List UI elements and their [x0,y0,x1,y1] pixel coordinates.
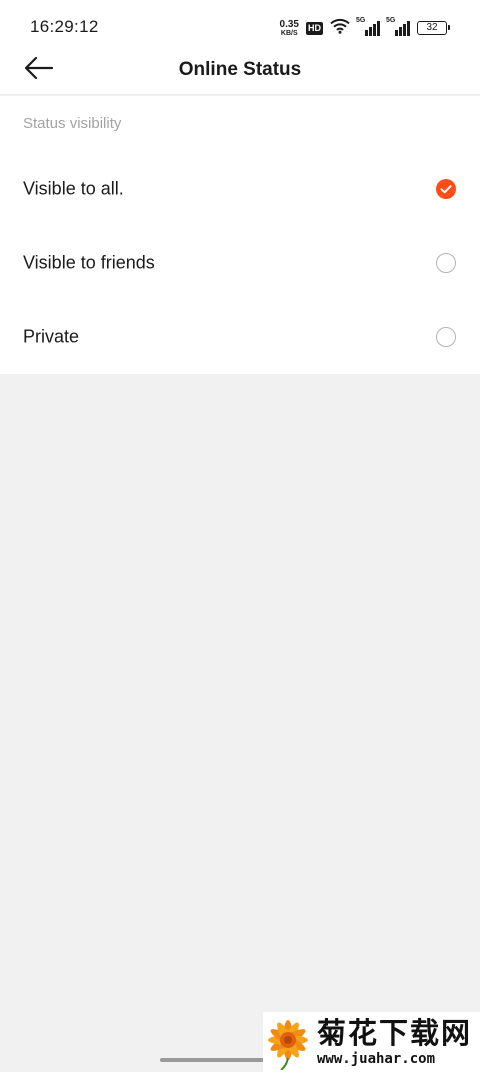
wifi-icon [330,18,350,39]
option-label: Private [23,326,80,347]
option-visible-to-all[interactable]: Visible to all. [0,152,480,226]
option-label: Visible to friends [23,252,155,273]
signal-2-label: 5G [386,17,396,24]
watermark-title: 菊花下载网 [317,1016,473,1050]
signal-5g-icon: 5G [386,17,410,36]
network-speed-unit: KB/S [280,29,298,37]
status-icons: 0.35 KB/S HD 5G 5G 32 [279,17,450,39]
hd-icon: HD [306,21,323,35]
battery-icon: 32 [417,21,450,35]
watermark-text: 菊花下载网 www.juahar.com [317,1016,472,1068]
signal-5g-icon: 5G [356,17,380,36]
status-visibility-card: Status visibility Visible to all. Visibl… [0,96,480,374]
option-private[interactable]: Private [0,300,480,374]
option-label: Visible to all. [23,178,124,199]
radio-unselected-icon[interactable] [436,327,456,347]
section-label: Status visibility [23,115,122,132]
radio-unselected-icon[interactable] [436,253,456,273]
page-title: Online Status [178,59,302,80]
option-visible-to-friends[interactable]: Visible to friends [0,226,480,300]
watermark: 菊花下载网 www.juahar.com [263,1012,480,1072]
check-icon [436,179,456,199]
network-speed-value: 0.35 [279,18,299,30]
status-time: 16:29:12 [30,17,99,36]
status-bar: 16:29:12 0.35 KB/S HD 5G 5G 32 [0,0,480,52]
app-bar: Online Status [0,52,480,95]
network-speed-indicator: 0.35 KB/S [279,18,299,37]
signal-1-label: 5G [356,17,366,24]
watermark-url: www.juahar.com [317,1051,436,1067]
radio-selected-icon[interactable] [436,179,456,199]
flower-logo-icon [268,1020,308,1070]
